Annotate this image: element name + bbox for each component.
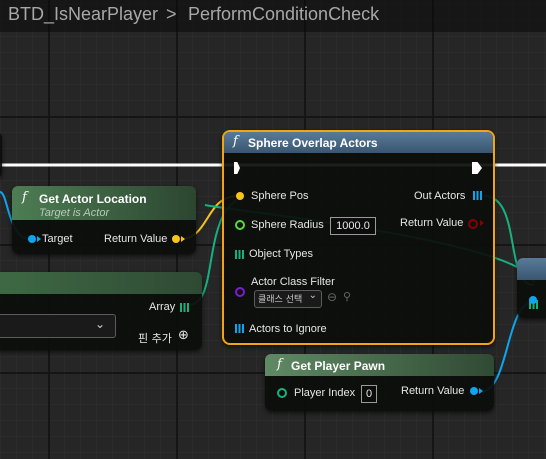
sphere-radius-label: Sphere Radius bbox=[251, 219, 324, 231]
array-output-pin[interactable] bbox=[180, 303, 189, 312]
class-select-value: 클래스 선택 bbox=[258, 295, 303, 305]
object-types-label: Object Types bbox=[249, 248, 313, 260]
graph-canvas[interactable]: BTD_IsNearPlayer > PerformConditionCheck… bbox=[0, 0, 546, 459]
array-label: Array bbox=[149, 301, 176, 313]
add-pin-label[interactable]: 핀 추가 bbox=[138, 330, 172, 346]
actors-to-ignore-label: Actors to Ignore bbox=[249, 323, 327, 335]
out-actors-pin[interactable] bbox=[473, 191, 482, 200]
chevron-down-icon: ⌄ bbox=[94, 317, 105, 331]
actor-class-filter-label: Actor Class Filter bbox=[251, 276, 335, 288]
target-label: Target bbox=[42, 233, 73, 245]
function-icon: f bbox=[22, 190, 27, 205]
sphere-radius-input[interactable]: 1000.0 bbox=[330, 217, 376, 235]
get-player-pawn-node[interactable]: f Get Player Pawn Player Index 0 Return … bbox=[265, 354, 494, 411]
sphere-pos-label: Sphere Pos bbox=[251, 190, 309, 202]
class-select-dropdown[interactable]: 클래스 선택 ⌄ bbox=[254, 290, 322, 308]
player-index-pin[interactable] bbox=[277, 388, 287, 398]
return-value-label: Return Value bbox=[401, 385, 465, 397]
node-title: Get Player Pawn bbox=[291, 359, 386, 373]
exec-out-pin[interactable] bbox=[472, 162, 482, 174]
exec-in-pin[interactable] bbox=[234, 162, 240, 174]
return-value-pin-arrow bbox=[479, 388, 483, 394]
sphere-overlap-actors-node[interactable]: f Sphere Overlap Actors Sphere Pos Spher… bbox=[222, 130, 495, 345]
offscreen-node[interactable] bbox=[0, 132, 2, 178]
return-value-label: Return Value bbox=[104, 233, 168, 245]
target-pin[interactable] bbox=[28, 235, 36, 243]
array-element-dropdown[interactable]: ⌄ bbox=[0, 314, 116, 338]
player-index-input[interactable]: 0 bbox=[361, 385, 377, 403]
function-icon: f bbox=[233, 134, 238, 149]
function-icon: f bbox=[277, 357, 282, 372]
return-value-pin-arrow bbox=[480, 220, 484, 226]
object-types-pin[interactable] bbox=[235, 250, 244, 259]
browse-arrow-icon[interactable]: ⊖ bbox=[327, 290, 337, 304]
node-title: Get Actor Location bbox=[39, 192, 147, 206]
target-pin-arrow bbox=[37, 236, 41, 242]
return-value-pin-arrow bbox=[181, 236, 185, 242]
node-title: Sphere Overlap Actors bbox=[248, 136, 378, 150]
return-value-pin[interactable] bbox=[172, 235, 180, 243]
player-index-label: Player Index bbox=[294, 387, 356, 399]
out-actors-label: Out Actors bbox=[414, 190, 466, 202]
chevron-down-icon: ⌄ bbox=[308, 290, 317, 301]
object-input-pin[interactable] bbox=[529, 296, 537, 304]
sphere-radius-pin[interactable] bbox=[235, 220, 245, 230]
get-actor-location-node[interactable]: f Get Actor Location Target is Actor Tar… bbox=[12, 186, 196, 254]
return-value-pin[interactable] bbox=[470, 387, 478, 395]
actors-to-ignore-pin[interactable] bbox=[235, 324, 244, 333]
search-icon[interactable]: ⚲ bbox=[343, 290, 351, 303]
actor-class-filter-pin[interactable] bbox=[235, 287, 245, 297]
return-value-label: Return Value bbox=[400, 217, 464, 229]
sphere-pos-pin[interactable] bbox=[236, 192, 244, 200]
right-partial-node[interactable] bbox=[517, 258, 546, 318]
node-subtitle: Target is Actor bbox=[39, 207, 110, 219]
make-array-node[interactable]: Array ⌄ 핀 추가 ⊕ bbox=[0, 272, 202, 350]
return-value-pin[interactable] bbox=[468, 219, 478, 229]
add-pin-icon[interactable]: ⊕ bbox=[178, 328, 189, 343]
